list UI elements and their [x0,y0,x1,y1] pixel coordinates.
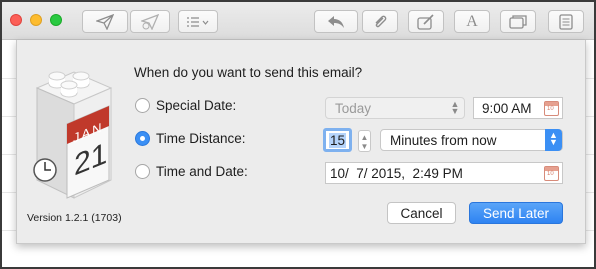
calendar-icon[interactable]: 10 [544,101,559,116]
time-distance-stepper[interactable]: ▲ ▼ [358,130,371,152]
send-button[interactable] [82,10,128,33]
send-later-icon [141,13,159,30]
close-window-button[interactable] [10,14,22,26]
document-icon [559,13,573,30]
special-date-popup[interactable]: Today ▲ ▼ [325,97,465,119]
zoom-window-button[interactable] [50,14,62,26]
window-toolbar: A [2,2,594,40]
document-button[interactable] [548,10,584,33]
chevron-updown-icon: ▲ ▼ [545,129,562,151]
time-and-date-value: 10/ 7/ 2015, 2:49 PM [330,165,463,181]
time-distance-radio[interactable] [135,131,150,146]
send-icon [96,13,114,30]
compose-icon [417,13,434,30]
special-date-label: Special Date: [156,98,237,113]
time-and-date-label: Time and Date: [156,164,248,179]
special-date-option[interactable]: Special Date: [135,98,236,113]
special-date-value: Today [335,100,372,116]
send-later-toolbar-button[interactable] [130,10,170,33]
time-distance-unit-value: Minutes from now [390,132,497,148]
attach-icon [375,15,387,27]
reply-icon [328,15,344,28]
send-later-button[interactable]: Send Later [469,202,563,224]
send-later-sheet: JAN 21 When do you want to send this ema… [16,40,586,244]
cancel-button[interactable]: Cancel [387,202,456,224]
list-format-button[interactable] [178,10,218,33]
list-format-icon [187,16,209,27]
attach-button[interactable] [362,10,398,33]
chevron-updown-icon: ▲ ▼ [450,99,460,116]
font-icon: A [466,12,478,30]
time-and-date-option[interactable]: Time and Date: [135,164,248,179]
compose-button[interactable] [408,10,444,33]
time-distance-option[interactable]: Time Distance: [135,131,246,146]
app-icon: JAN 21 [19,58,119,208]
mail-window: A JAN 21 When do you want to send this e… [0,0,596,269]
special-time-field[interactable]: 9:00 AM 10 [473,97,563,119]
time-distance-amount-field[interactable]: 15 [323,128,352,152]
time-and-date-field[interactable]: 10/ 7/ 2015, 2:49 PM 10 [325,162,563,184]
reply-button[interactable] [314,10,358,33]
minimize-window-button[interactable] [30,14,42,26]
special-date-radio[interactable] [135,98,150,113]
time-distance-unit-popup[interactable]: Minutes from now ▲ ▼ [380,129,563,151]
calendar-icon[interactable]: 10 [544,166,559,181]
time-distance-label: Time Distance: [156,131,246,146]
special-time-value: 9:00 AM [482,100,532,116]
calendar-brick-icon [33,71,113,199]
time-and-date-radio[interactable] [135,164,150,179]
font-button[interactable]: A [454,10,490,33]
time-distance-amount: 15 [329,132,347,148]
version-label: Version 1.2.1 (1703) [27,212,122,224]
dialog-question: When do you want to send this email? [134,65,363,80]
window-button[interactable] [500,10,536,33]
window-icon [509,14,527,29]
